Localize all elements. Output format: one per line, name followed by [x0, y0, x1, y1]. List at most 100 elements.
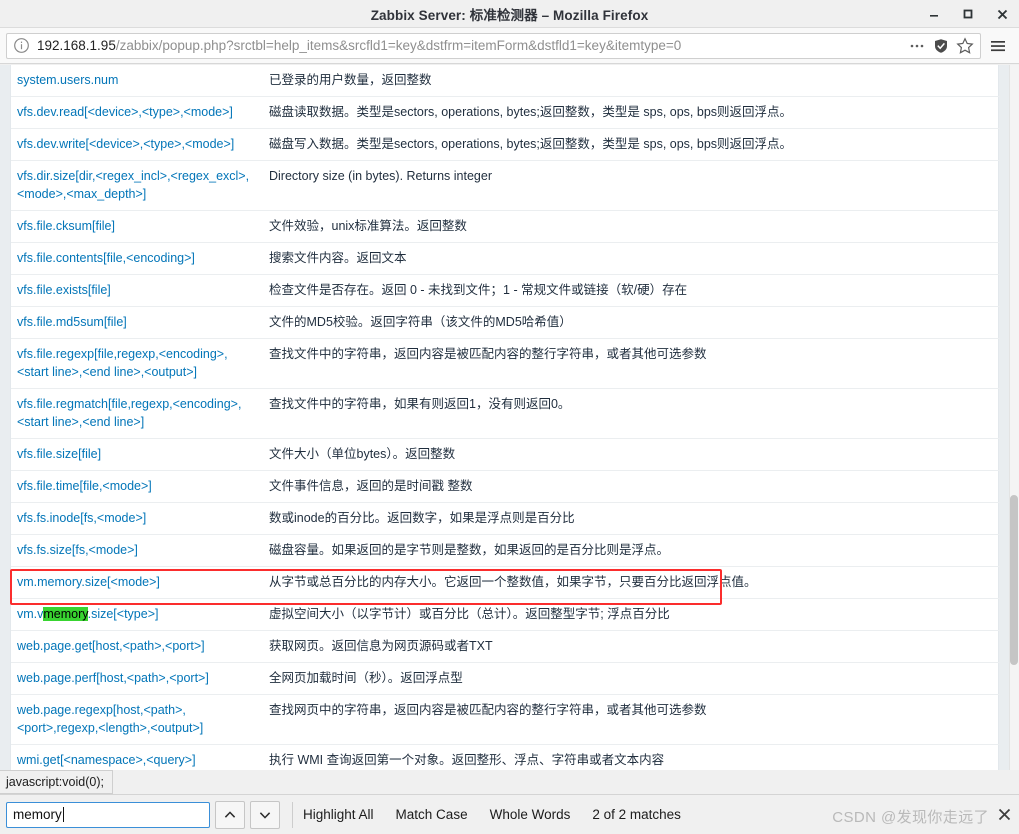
vertical-scrollbar-thumb[interactable]: [1010, 495, 1018, 665]
help-items-table-body: system.users.num 已登录的用户数量，返回整数 vfs.dev.r…: [11, 65, 1000, 770]
browser-navigation-bar: 192.168.1.95/zabbix/popup.php?srctbl=hel…: [0, 28, 1019, 64]
row-desc-cell: 从字节或总百分比的内存大小。它返回一个整数值，如果字节，只要百分比返回浮点值。: [263, 566, 1000, 599]
watermark-text: CSDN @发现你走远了: [832, 809, 989, 826]
row-desc-cell: 检查文件是否存在。返回 0 - 未找到文件；1 - 常规文件或链接（软/硬）存在: [263, 274, 1000, 307]
maximize-button[interactable]: [951, 0, 985, 28]
item-key-link[interactable]: system.users.num: [17, 73, 118, 87]
table-row[interactable]: vfs.file.md5sum[file] 文件的MD5校验。返回字符串（该文件…: [11, 306, 1000, 339]
row-key-cell: vfs.file.regmatch[file,regexp,<encoding>…: [11, 388, 263, 439]
window-titlebar: Zabbix Server: 标准检测器 – Mozilla Firefox: [0, 0, 1019, 28]
item-key-link[interactable]: vfs.file.regmatch[file,regexp,<encoding>…: [17, 397, 241, 429]
search-highlight: memory: [43, 607, 88, 621]
match-case-toggle[interactable]: Match Case: [396, 807, 468, 822]
table-row[interactable]: vfs.file.cksum[file] 文件效验，unix标准算法。返回整数: [11, 210, 1000, 243]
item-key-link[interactable]: vfs.fs.size[fs,<mode>]: [17, 543, 138, 557]
table-row[interactable]: wmi.get[<namespace>,<query>] 执行 WMI 查询返回…: [11, 744, 1000, 770]
table-row[interactable]: vfs.file.regexp[file,regexp,<encoding>,<…: [11, 338, 1000, 389]
row-key-cell: web.page.perf[host,<path>,<port>]: [11, 662, 263, 695]
table-row[interactable]: vfs.fs.inode[fs,<mode>] 数或inode的百分比。返回数字…: [11, 502, 1000, 535]
item-key-link[interactable]: vfs.file.cksum[file]: [17, 219, 115, 233]
row-key-cell: web.page.regexp[host,<path>,<port>,regex…: [11, 694, 263, 745]
row-key-cell: vfs.fs.size[fs,<mode>]: [11, 534, 263, 567]
link-status-tooltip: javascript:void(0);: [0, 770, 113, 794]
find-input[interactable]: memory: [6, 801, 210, 828]
toolbar-divider: [292, 801, 293, 828]
table-row[interactable]: vfs.dev.write[<device>,<type>,<mode>] 磁盘…: [11, 128, 1000, 161]
item-key-link[interactable]: wmi.get[<namespace>,<query>]: [17, 753, 196, 767]
table-row-search-match[interactable]: vm.vmemory.size[<type>] 虚拟空间大小（以字节计）或百分比…: [11, 598, 1000, 631]
row-desc-cell: 数或inode的百分比。返回数字，如果是浮点则是百分比: [263, 502, 1000, 535]
table-row[interactable]: vfs.fs.size[fs,<mode>] 磁盘容量。如果返回的是字节则是整数…: [11, 534, 1000, 567]
table-row[interactable]: web.page.get[host,<path>,<port>] 获取网页。返回…: [11, 630, 1000, 663]
table-row[interactable]: vfs.dir.size[dir,<regex_incl>,<regex_exc…: [11, 160, 1000, 211]
table-row[interactable]: vfs.dev.read[<device>,<type>,<mode>] 磁盘读…: [11, 96, 1000, 129]
item-key-link[interactable]: vfs.file.time[file,<mode>]: [17, 479, 152, 493]
item-key-link[interactable]: vfs.file.contents[file,<encoding>]: [17, 251, 195, 265]
row-key-cell: vfs.dev.read[<device>,<type>,<mode>]: [11, 96, 263, 129]
key-prefix: vm.v: [17, 607, 44, 621]
info-icon[interactable]: [13, 37, 30, 54]
star-icon[interactable]: [954, 35, 976, 57]
item-key-link[interactable]: vfs.file.regexp[file,regexp,<encoding>,<…: [17, 347, 228, 379]
url-bar[interactable]: 192.168.1.95/zabbix/popup.php?srctbl=hel…: [6, 32, 981, 59]
chevron-up-icon: [224, 810, 236, 818]
find-previous-button[interactable]: [215, 800, 245, 829]
find-input-value: memory: [13, 807, 62, 822]
item-key-link[interactable]: vfs.dev.write[<device>,<type>,<mode>]: [17, 137, 234, 151]
table-row[interactable]: vfs.file.time[file,<mode>] 文件事件信息，返回的是时间…: [11, 470, 1000, 503]
item-key-link-highlighted[interactable]: vm.vmemory.size[<type>]: [17, 607, 158, 621]
table-row[interactable]: vfs.file.size[file] 文件大小（单位bytes）。返回整数: [11, 438, 1000, 471]
row-key-cell: vm.memory.size[<mode>]: [11, 566, 263, 599]
row-desc-cell: 文件事件信息，返回的是时间戳 整数: [263, 470, 1000, 503]
item-key-link[interactable]: vfs.fs.inode[fs,<mode>]: [17, 511, 146, 525]
item-key-link[interactable]: vfs.dir.size[dir,<regex_incl>,<regex_exc…: [17, 169, 249, 201]
window-controls: [917, 0, 1019, 28]
item-key-link[interactable]: vfs.dev.read[<device>,<type>,<mode>]: [17, 105, 233, 119]
row-desc-cell: 执行 WMI 查询返回第一个对象。返回整形、浮点、字符串或者文本内容: [263, 744, 1000, 770]
ellipsis-icon[interactable]: [906, 35, 928, 57]
row-desc-cell: Directory size (in bytes). Returns integ…: [263, 160, 1000, 211]
table-row[interactable]: vfs.file.contents[file,<encoding>] 搜索文件内…: [11, 242, 1000, 275]
row-key-cell: vfs.file.exists[file]: [11, 274, 263, 307]
url-bar-icons: [906, 35, 976, 57]
table-row[interactable]: system.users.num 已登录的用户数量，返回整数: [11, 65, 1000, 97]
item-key-link[interactable]: web.page.perf[host,<path>,<port>]: [17, 671, 209, 685]
hamburger-icon[interactable]: [983, 33, 1013, 59]
item-key-link[interactable]: vfs.file.size[file]: [17, 447, 101, 461]
help-items-table-container: system.users.num 已登录的用户数量，返回整数 vfs.dev.r…: [10, 65, 1000, 770]
highlight-all-label: Highlight All: [303, 807, 374, 822]
item-key-link[interactable]: vm.memory.size[<mode>]: [17, 575, 160, 589]
row-desc-cell: 文件效验，unix标准算法。返回整数: [263, 210, 1000, 243]
row-key-cell: vfs.file.md5sum[file]: [11, 306, 263, 339]
item-key-link[interactable]: vfs.file.md5sum[file]: [17, 315, 127, 329]
table-row[interactable]: web.page.regexp[host,<path>,<port>,regex…: [11, 694, 1000, 745]
key-suffix: .size[<type>]: [87, 607, 159, 621]
whole-words-toggle[interactable]: Whole Words: [490, 807, 571, 822]
row-desc-cell: 磁盘容量。如果返回的是字节则是整数，如果返回的是百分比则是浮点。: [263, 534, 1000, 567]
row-key-cell: vfs.file.size[file]: [11, 438, 263, 471]
item-key-link[interactable]: web.page.regexp[host,<path>,<port>,regex…: [17, 703, 203, 735]
row-key-cell: vfs.file.cksum[file]: [11, 210, 263, 243]
item-key-link[interactable]: vfs.file.exists[file]: [17, 283, 111, 297]
row-desc-cell: 虚拟空间大小（以字节计）或百分比（总计）。返回整型字节; 浮点百分比: [263, 598, 1000, 631]
firefox-window: Zabbix Server: 标准检测器 – Mozilla Firefox 1…: [0, 0, 1019, 834]
row-key-cell: wmi.get[<namespace>,<query>]: [11, 744, 263, 770]
highlight-all-toggle[interactable]: Highlight All: [303, 807, 374, 822]
find-next-button[interactable]: [250, 800, 280, 829]
watermark-close-icon[interactable]: [995, 805, 1013, 823]
table-row[interactable]: vfs.file.exists[file] 检查文件是否存在。返回 0 - 未找…: [11, 274, 1000, 307]
page-viewport: system.users.num 已登录的用户数量，返回整数 vfs.dev.r…: [0, 65, 1019, 770]
url-text[interactable]: 192.168.1.95/zabbix/popup.php?srctbl=hel…: [37, 38, 900, 53]
row-key-cell: vfs.file.contents[file,<encoding>]: [11, 242, 263, 275]
shield-icon[interactable]: [930, 35, 952, 57]
minimize-button[interactable]: [917, 0, 951, 28]
table-row[interactable]: vfs.file.regmatch[file,regexp,<encoding>…: [11, 388, 1000, 439]
item-key-link[interactable]: web.page.get[host,<path>,<port>]: [17, 639, 205, 653]
vertical-scrollbar[interactable]: [1009, 65, 1019, 770]
match-count-label: 2 of 2 matches: [592, 807, 681, 822]
table-row[interactable]: web.page.perf[host,<path>,<port>] 全网页加载时…: [11, 662, 1000, 695]
close-button[interactable]: [985, 0, 1019, 28]
chevron-down-icon: [259, 811, 271, 819]
match-case-label: Match Case: [395, 807, 468, 822]
table-row[interactable]: vm.memory.size[<mode>] 从字节或总百分比的内存大小。它返回…: [11, 566, 1000, 599]
